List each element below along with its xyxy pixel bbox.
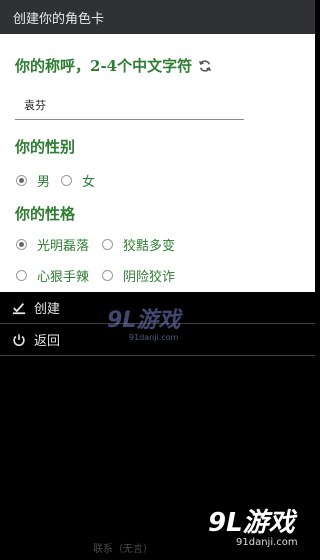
- trait-label-2: 狡黠多变: [123, 238, 176, 254]
- name-input[interactable]: [15, 90, 244, 120]
- trait-radio-4[interactable]: 阴险狡诈: [102, 266, 176, 285]
- trait-radio-3[interactable]: 心狠手辣: [16, 266, 90, 285]
- gender-label-male: 男: [37, 174, 51, 190]
- radio-checked-icon[interactable]: [16, 238, 27, 250]
- name-section-label: 你的称呼，2-4个中文字符: [15, 57, 193, 75]
- trait-label-1: 光明磊落: [37, 238, 90, 254]
- radio-unchecked-icon[interactable]: [102, 238, 113, 250]
- watermark-logo-corner: 9L游戏 91danji.com: [208, 510, 298, 548]
- trait-label-4: 阴险狡诈: [123, 269, 176, 285]
- gender-radio-female[interactable]: 女: [61, 171, 96, 190]
- create-button[interactable]: 创建: [0, 292, 315, 324]
- gender-label-female: 女: [82, 174, 96, 190]
- character-form: 你的称呼，2-4个中文字符 你的性别 男 女 你的性格 光明磊落 狡黠多变 心狠…: [0, 34, 315, 292]
- gender-section-title: 你的性别: [15, 138, 76, 156]
- back-button[interactable]: 返回: [0, 324, 315, 356]
- create-label: 创建: [34, 302, 61, 317]
- footer-contact: 联系（无言）: [93, 544, 153, 555]
- traits-section-title: 你的性格: [15, 205, 76, 223]
- radio-checked-icon[interactable]: [16, 174, 27, 186]
- watermark-site-corner: 91danji.com: [236, 537, 298, 548]
- radio-unchecked-icon[interactable]: [61, 174, 72, 186]
- trait-radio-1[interactable]: 光明磊落: [16, 235, 90, 254]
- radio-unchecked-icon[interactable]: [16, 269, 27, 281]
- name-section-title: 你的称呼，2-4个中文字符: [15, 55, 212, 76]
- trait-label-3: 心狠手辣: [37, 269, 90, 285]
- power-icon: [12, 333, 26, 347]
- radio-unchecked-icon[interactable]: [102, 269, 113, 281]
- title-bar: 创建你的角色卡: [0, 0, 315, 34]
- window-title: 创建你的角色卡: [13, 11, 105, 27]
- watermark-brand-corner: 9L游戏: [208, 508, 295, 538]
- back-label: 返回: [34, 334, 61, 349]
- trait-radio-2[interactable]: 狡黠多变: [102, 235, 176, 254]
- check-edit-icon: [12, 301, 26, 315]
- action-menu: 创建 返回: [0, 292, 315, 356]
- gender-radio-male[interactable]: 男: [16, 171, 51, 190]
- refresh-icon[interactable]: [198, 59, 212, 73]
